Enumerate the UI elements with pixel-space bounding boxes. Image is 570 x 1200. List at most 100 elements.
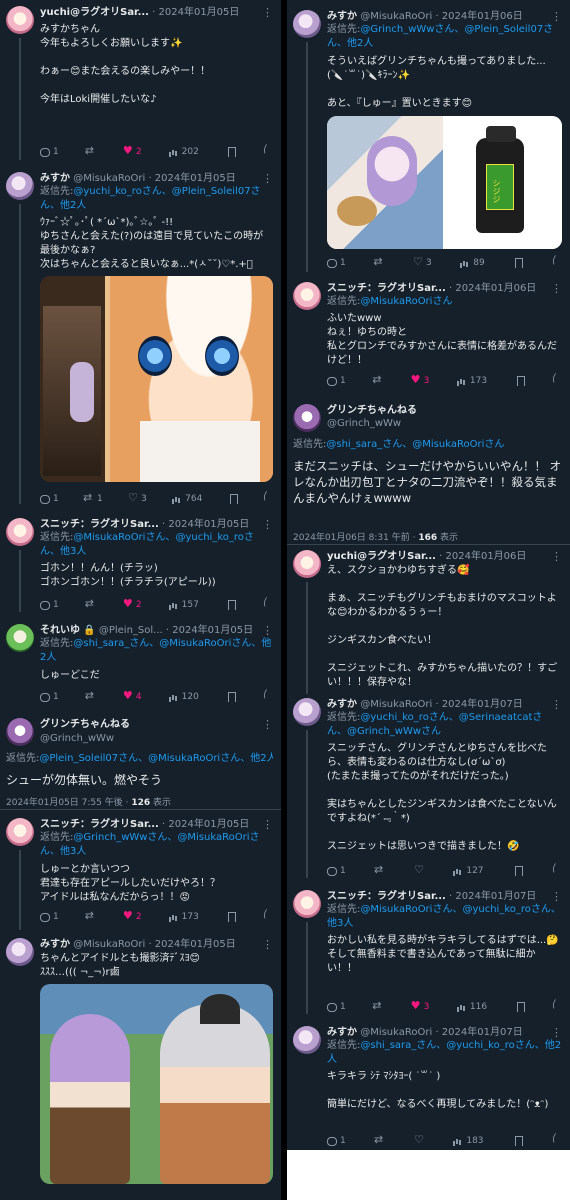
reply-mentions[interactable]: @MisukaRoOriさん、@yuchi_ko_roさん、他3人 [40, 532, 254, 557]
display-name[interactable]: スニッチ：ラグオリSar... [327, 891, 446, 902]
reply-button[interactable]: 1 [40, 692, 59, 702]
focused-tweet[interactable]: グリンチちゃんねる @Grinch_wWw 返信先:@shi_sara_さん、@… [287, 402, 570, 543]
like-button[interactable] [414, 863, 424, 876]
reply-button[interactable]: 1 [40, 912, 59, 922]
handle[interactable]: @Grinch_wWw [40, 733, 114, 744]
like-button[interactable]: 3 [128, 491, 147, 504]
bookmark-button[interactable] [226, 912, 236, 922]
timestamp[interactable]: · 2024年01月06日 [449, 283, 536, 294]
tweet[interactable]: スニッチ：ラグオリSar... · 2024年01月05日 ⋮ 返信先:@Mis… [0, 516, 281, 616]
timestamp[interactable]: · 2024年01月05日 [162, 519, 249, 530]
views-button[interactable]: 173 [168, 912, 199, 922]
tweet-image[interactable] [327, 116, 443, 249]
avatar[interactable] [6, 624, 34, 652]
views-button[interactable]: 116 [456, 1002, 487, 1012]
tweet-image[interactable]: シジジ [446, 116, 562, 249]
timestamp[interactable]: · 2024年01月05日 [148, 173, 235, 184]
timestamp[interactable]: · 2024年01月07日 [449, 891, 536, 902]
more-icon[interactable]: ⋮ [551, 1026, 562, 1039]
avatar[interactable] [293, 10, 321, 38]
display-name[interactable]: みすか [327, 1027, 357, 1038]
display-name[interactable]: yuchi@ラグオリSar... [40, 7, 149, 18]
tweet[interactable]: みすか @MisukaRoOri · 2024年01月07日 ⋮ 返信先:@sh… [287, 1024, 570, 1150]
tweet[interactable]: yuchi@ラグオリSar... · 2024年01月06日 ⋮ え、スクショか… [287, 548, 570, 698]
display-name[interactable]: みすか [40, 939, 70, 950]
share-button[interactable] [552, 255, 562, 268]
retweet-button[interactable] [372, 373, 383, 386]
like-button[interactable]: 4 [123, 689, 142, 702]
more-icon[interactable]: ⋮ [262, 172, 273, 185]
handle[interactable]: @MisukaRoOri [360, 11, 432, 22]
share-button[interactable] [263, 144, 273, 157]
share-button[interactable] [552, 863, 562, 876]
tweet-image[interactable] [40, 276, 273, 482]
like-button[interactable]: 3 [411, 999, 430, 1012]
reply-button[interactable]: 1 [327, 1002, 346, 1012]
bookmark-button[interactable] [515, 1002, 525, 1012]
share-button[interactable] [552, 1133, 562, 1146]
share-button[interactable] [263, 597, 273, 610]
reply-mentions[interactable]: @yuchi_ko_roさん、@Plein_Soleil07さん、他2人 [40, 186, 261, 211]
more-icon[interactable]: ⋮ [551, 550, 562, 563]
views-button[interactable]: 157 [168, 600, 199, 610]
avatar[interactable] [6, 718, 34, 746]
handle[interactable]: @MisukaRoOri [360, 699, 432, 710]
more-icon[interactable]: ⋮ [262, 818, 273, 831]
retweet-button[interactable] [85, 597, 96, 610]
tweet[interactable]: スニッチ：ラグオリSar... · 2024年01月05日 ⋮ 返信先:@Gri… [0, 816, 281, 934]
handle[interactable]: @Grinch_wWw [327, 418, 401, 429]
like-button[interactable] [414, 1133, 424, 1146]
avatar[interactable] [6, 818, 34, 846]
views-button[interactable]: 89 [460, 258, 485, 268]
reply-button[interactable]: 1 [40, 147, 59, 157]
tweet[interactable]: それいゆ 🔒 @Plein_Sol... · 2024年01月05日 ⋮ 返信先… [0, 622, 281, 708]
like-button[interactable]: 3 [413, 255, 432, 268]
display-name[interactable]: スニッチ：ラグオリSar... [327, 283, 446, 294]
bookmark-button[interactable] [513, 1136, 523, 1146]
views-button[interactable]: 202 [168, 147, 199, 157]
more-icon[interactable]: ⋮ [262, 6, 273, 19]
reply-mentions[interactable]: @MisukaRoOriさん、@yuchi_ko_roさん、他3人 [327, 904, 561, 929]
display-name[interactable]: グリンチちゃんねる [40, 719, 130, 730]
tweet[interactable]: yuchi@ラグオリSar... · 2024年01月05日 ⋮ みすかちゃん … [0, 4, 281, 164]
timestamp[interactable]: · 2024年01月05日 [162, 819, 249, 830]
handle[interactable]: @MisukaRoOri [73, 173, 145, 184]
reply-button[interactable]: 1 [327, 866, 346, 876]
avatar[interactable] [293, 404, 321, 432]
display-name[interactable]: みすか [327, 11, 357, 22]
avatar[interactable] [293, 1026, 321, 1054]
timestamp[interactable]: · 2024年01月06日 [435, 11, 522, 22]
views-button[interactable]: 764 [172, 494, 202, 504]
views-button[interactable]: 127 [453, 866, 484, 876]
reply-button[interactable]: 1 [327, 258, 346, 268]
handle[interactable]: @Plein_Sol... [99, 625, 163, 636]
views-button[interactable]: 120 [168, 692, 199, 702]
timestamp[interactable]: · 2024年01月07日 [435, 1027, 522, 1038]
reply-button[interactable]: 1 [40, 600, 59, 610]
tweet[interactable]: みすか @MisukaRoOri · 2024年01月05日 ⋮ ちゃんとアイド… [0, 936, 281, 1200]
timestamp[interactable]: · 2024年01月06日 [439, 551, 526, 562]
display-name[interactable]: みすか [327, 699, 357, 710]
reply-mentions[interactable]: @Grinch_wWwさん、@MisukaRoOriさん、他3人 [40, 832, 260, 857]
timestamp[interactable]: · 2024年01月05日 [148, 939, 235, 950]
bookmark-button[interactable] [513, 866, 523, 876]
reply-mentions[interactable]: @Plein_Soleil07さん、@MisukaRoOriさん、他2人 [39, 753, 273, 764]
display-name[interactable]: スニッチ：ラグオリSar... [40, 519, 159, 530]
more-icon[interactable]: ⋮ [551, 10, 562, 23]
views-button[interactable]: 183 [453, 1136, 484, 1146]
more-icon[interactable]: ⋮ [262, 624, 273, 637]
avatar[interactable] [6, 938, 34, 966]
display-name[interactable]: それいゆ [40, 625, 80, 636]
avatar[interactable] [293, 282, 321, 310]
reply-mentions[interactable]: @shi_sara_さん、@yuchi_ko_roさん、他2人 [327, 1040, 561, 1065]
more-icon[interactable]: ⋮ [262, 518, 273, 531]
bookmark-button[interactable] [226, 692, 236, 702]
tweet[interactable]: スニッチ：ラグオリSar... · 2024年01月07日 ⋮ 返信先:@Mis… [287, 888, 570, 1018]
handle[interactable]: @MisukaRoOri [73, 939, 145, 950]
share-button[interactable] [263, 491, 273, 504]
tweet-image[interactable] [40, 984, 273, 1184]
more-icon[interactable]: ⋮ [262, 938, 273, 951]
share-button[interactable] [263, 909, 273, 922]
tweet[interactable]: みすか @MisukaRoOri · 2024年01月07日 ⋮ 返信先:@yu… [287, 696, 570, 882]
retweet-button[interactable] [373, 255, 384, 268]
